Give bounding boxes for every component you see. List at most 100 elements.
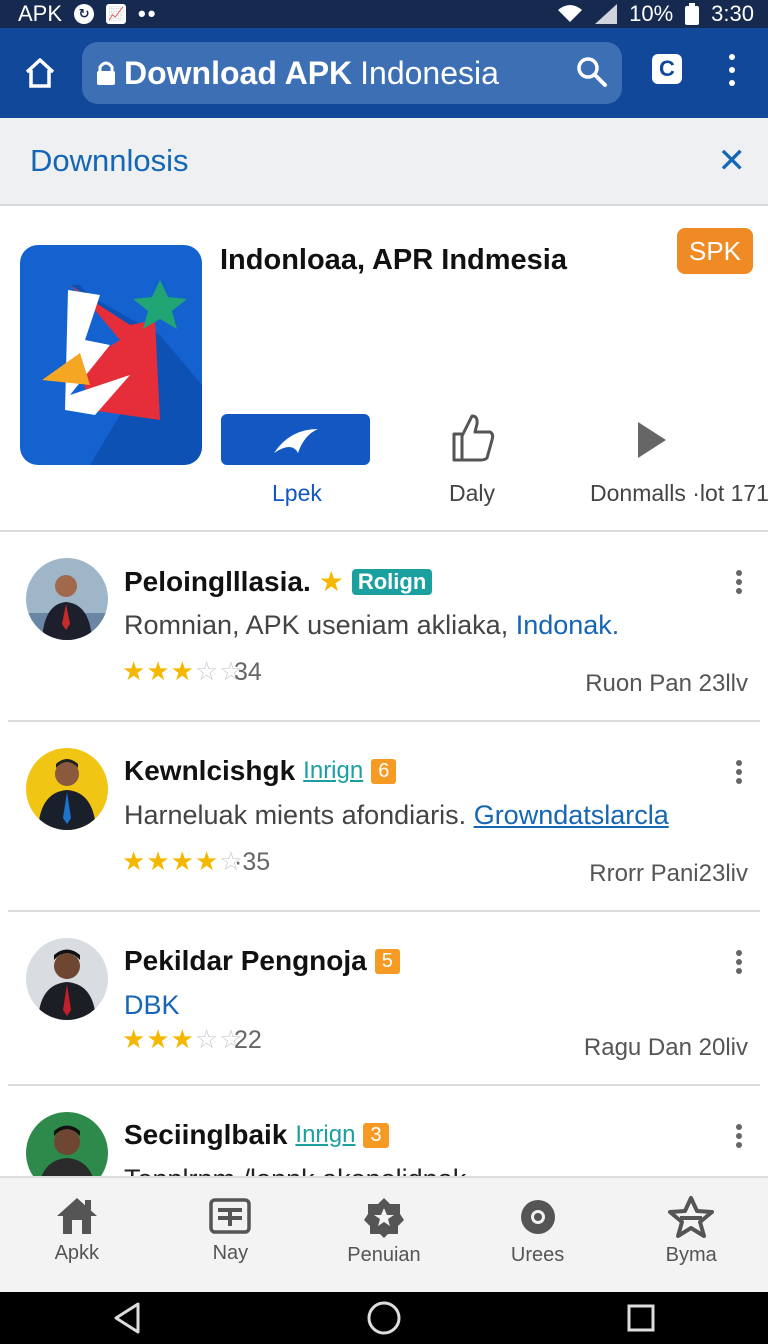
- nav-label: Apkk: [54, 1242, 100, 1264]
- nav-label: Nay: [212, 1242, 249, 1264]
- review-list: Peloinglllasia. ★ Rolign Romnian, APK us…: [0, 532, 768, 1184]
- star-filled-icon: ★: [146, 1024, 171, 1054]
- star-rating: ★★★★☆: [122, 846, 244, 877]
- star-icon: [668, 1196, 715, 1238]
- nav-item-nay[interactable]: Nay: [154, 1178, 308, 1292]
- review-link[interactable]: Indonak.: [516, 610, 620, 640]
- rating-count: ·35: [234, 848, 271, 876]
- downloads-title: Downnlosis: [30, 143, 189, 178]
- downloads-header: Downnlosis ✕: [0, 118, 768, 206]
- search-icon[interactable]: [576, 56, 608, 96]
- review-date: Ragu Dan 20liv: [583, 1034, 748, 1061]
- send-icon: [273, 428, 318, 453]
- back-icon[interactable]: [112, 1301, 142, 1335]
- level-badge: 3: [363, 1122, 389, 1148]
- nav-item-byma[interactable]: Byma: [614, 1178, 768, 1292]
- review-body: Harneluak mients afondiaris. Growndatsla…: [124, 800, 669, 831]
- address-bar[interactable]: Download APK Indonesia: [82, 42, 622, 104]
- review-text: Harneluak mients afondiaris.: [124, 800, 467, 830]
- signal-icon: [595, 4, 618, 24]
- star-filled-icon: ★: [146, 656, 171, 686]
- star-empty-icon: ☆: [194, 1024, 220, 1054]
- nav-label: Penuian: [347, 1244, 421, 1266]
- badge-icon: [363, 1198, 404, 1238]
- url-text-bold: Download APK: [124, 54, 353, 91]
- thumbs-up-icon[interactable]: [450, 412, 496, 464]
- home-button[interactable]: [0, 28, 80, 118]
- level-badge: 6: [371, 758, 397, 784]
- install-label[interactable]: Lpek: [272, 480, 322, 507]
- star-filled-icon: ★: [122, 1024, 147, 1054]
- star-filled-icon: ★: [170, 846, 195, 876]
- reviewer-name-text: Kewnlcishgk: [124, 755, 296, 786]
- reviewer-name-text: Seciinglbaik: [124, 1119, 288, 1150]
- sync-icon: ↻: [74, 4, 95, 24]
- star-rating: ★★★☆☆: [122, 656, 244, 687]
- app-title: Indonloaa, APR Indmesia: [220, 244, 567, 276]
- like-label[interactable]: Daly: [449, 480, 495, 507]
- settings-icon: [520, 1200, 555, 1234]
- close-icon[interactable]: ✕: [718, 141, 747, 181]
- nav-item-urees[interactable]: Urees: [461, 1178, 615, 1292]
- review-link[interactable]: DBK: [124, 990, 180, 1020]
- reviewer-name: Peloinglllasia. ★ Rolign: [124, 565, 433, 598]
- apk-badge: SPK: [677, 228, 753, 274]
- status-carrier-text: APK: [18, 1, 63, 26]
- rating-count: 22: [234, 1026, 262, 1054]
- star-rating: ★★★☆☆: [122, 1024, 244, 1055]
- browser-toolbar: Download APK Indonesia C: [0, 28, 768, 118]
- battery-icon: [685, 3, 700, 25]
- recents-icon[interactable]: [626, 1303, 656, 1333]
- star-empty-icon: ☆: [194, 656, 220, 686]
- install-button[interactable]: [221, 414, 370, 465]
- star-filled-icon: ★: [122, 656, 147, 686]
- star-filled-icon: ★: [146, 846, 171, 876]
- battery-percent: 10%: [629, 1, 674, 26]
- home-icon: [56, 1198, 97, 1234]
- reviewer-name-text: Peloinglllasia.: [124, 565, 311, 597]
- star-filled-icon: ★: [122, 846, 147, 876]
- reviewer-tag[interactable]: Inrign: [303, 757, 363, 785]
- list-item[interactable]: Pekildar Pengnoja 5 DBK ★★★☆☆ 22 Ragu Da…: [8, 912, 760, 1086]
- avatar: [26, 558, 108, 640]
- play-icon[interactable]: [636, 420, 668, 460]
- level-badge: 5: [374, 948, 400, 974]
- home-circle-icon[interactable]: [366, 1300, 402, 1336]
- status-bar: APK ↻ 📈 •• 10% 3:30: [0, 0, 768, 28]
- nav-item-apkk[interactable]: Apkk: [0, 1178, 154, 1292]
- app-card: Indonloaa, APR Indmesia SPK Lpek Daly Do…: [0, 208, 768, 532]
- reviewer-tag[interactable]: Inrign: [295, 1121, 355, 1149]
- list-item[interactable]: Peloinglllasia. ★ Rolign Romnian, APK us…: [8, 532, 760, 722]
- list-item[interactable]: Kewnlcishgk Inrign 6 Harneluak mients af…: [8, 722, 760, 912]
- nav-item-penuian[interactable]: Penuian: [307, 1178, 461, 1292]
- star-filled-icon: ★: [194, 846, 220, 876]
- downloads-label: Donmalls ·lot 171: [590, 480, 768, 506]
- browser-menu-icon[interactable]: [718, 48, 746, 92]
- reviewer-name: Seciinglbaik Inrign 3: [124, 1119, 389, 1151]
- system-navigation: [0, 1292, 768, 1344]
- review-body: Romnian, APK useniam akliaka, Indonak.: [124, 610, 619, 641]
- app-logo[interactable]: [20, 245, 202, 465]
- tabs-icon[interactable]: C: [652, 54, 682, 84]
- reviewer-name: Pekildar Pengnoja 5: [124, 945, 400, 977]
- more-options-icon[interactable]: [736, 760, 744, 784]
- more-options-icon[interactable]: [736, 1124, 744, 1148]
- nav-label: Byma: [665, 1244, 717, 1266]
- wifi-icon: [558, 5, 583, 22]
- list-item[interactable]: Seciinglbaik Inrign 3 Tenplrnm /lonnk ak…: [8, 1086, 760, 1184]
- more-notifications-icon: ••: [138, 1, 158, 26]
- reviewer-name-text: Pekildar Pengnoja: [124, 945, 367, 976]
- review-body: DBK: [124, 990, 180, 1021]
- lock-icon: [96, 60, 116, 86]
- more-options-icon[interactable]: [736, 570, 744, 594]
- review-link[interactable]: Growndatslarcla: [474, 800, 669, 830]
- reviewer-name: Kewnlcishgk Inrign 6: [124, 755, 397, 787]
- bottom-navigation: Apkk Nay Penuian Urees Byma: [0, 1176, 768, 1292]
- nav-label: Urees: [510, 1244, 565, 1266]
- news-icon: [209, 1198, 252, 1234]
- rating-count: 34: [234, 658, 262, 686]
- notification-icon: 📈: [106, 4, 127, 24]
- avatar: [26, 1112, 108, 1184]
- more-options-icon[interactable]: [736, 950, 744, 974]
- reviewer-tag: Rolign: [351, 568, 433, 595]
